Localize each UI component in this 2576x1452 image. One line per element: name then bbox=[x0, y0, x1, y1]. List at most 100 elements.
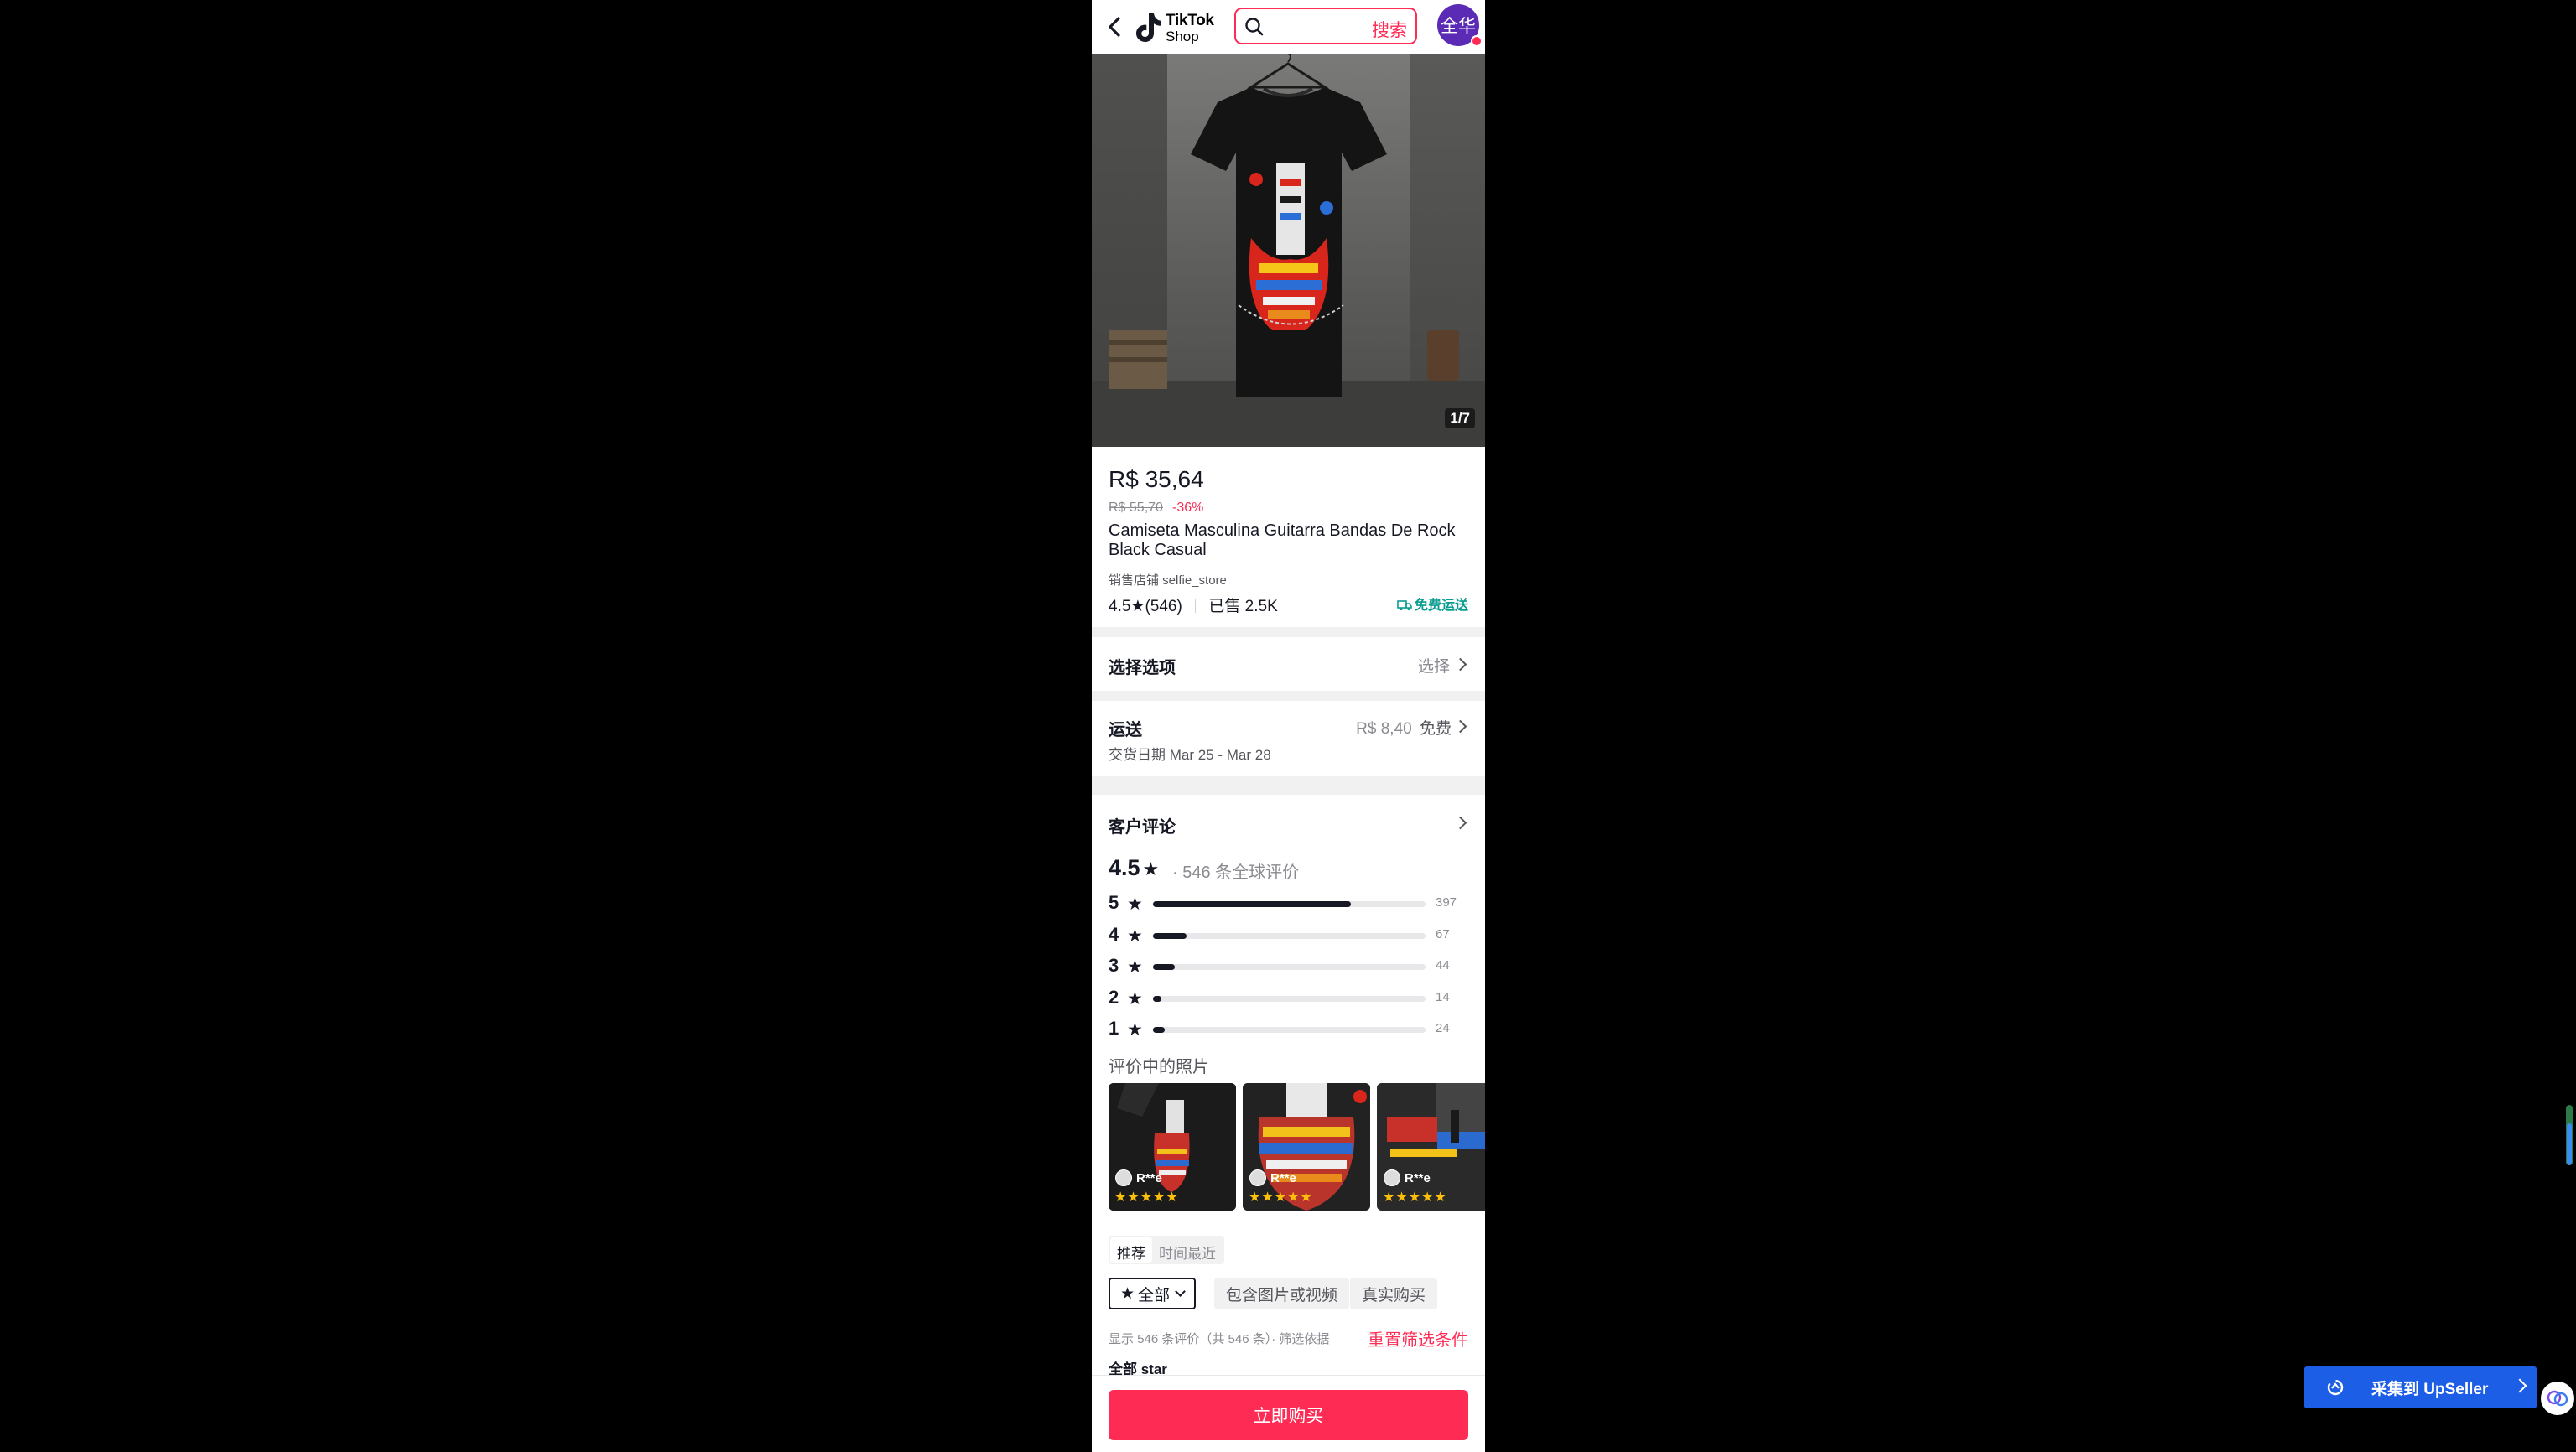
buy-now-button[interactable]: 立即购买 bbox=[1109, 1390, 1468, 1440]
filter-all-dropdown[interactable]: ★ 全部 bbox=[1109, 1278, 1197, 1309]
free-shipping-badge: 免费运送 bbox=[1397, 594, 1468, 614]
rating-value: 4.5 bbox=[1109, 598, 1131, 615]
rating-bar-fill bbox=[1153, 1027, 1166, 1033]
truck-icon bbox=[1397, 600, 1412, 611]
search-input[interactable]: 搜索 bbox=[1234, 8, 1417, 44]
shipping-free: 免费 bbox=[1419, 720, 1452, 738]
rating-bar-row[interactable]: 5 ★ 397 bbox=[1109, 892, 1469, 914]
reviews-title: 客户评论 bbox=[1109, 818, 1176, 837]
tshirt-photo bbox=[1092, 54, 1485, 447]
section-divider bbox=[1092, 627, 1485, 637]
chevron-right-icon bbox=[1453, 719, 1467, 734]
showing-count: 显示 546 条评价（共 546 条）· 筛选依据 bbox=[1109, 1332, 1330, 1346]
rating-bar-track bbox=[1153, 901, 1426, 907]
back-button[interactable] bbox=[1104, 13, 1127, 40]
upseller-collect-button[interactable]: 采集到 UpSeller bbox=[2304, 1366, 2537, 1408]
review-stars: ★★★★★ bbox=[1249, 1190, 1313, 1205]
shipping-fee: R$ 8,40 免费 bbox=[1356, 716, 1452, 739]
sold-count: 已售 2.5K bbox=[1208, 598, 1278, 615]
review-photo[interactable]: R**e ★★★★★ bbox=[1243, 1083, 1370, 1211]
delivery-date: 交货日期 Mar 25 - Mar 28 bbox=[1109, 747, 1271, 763]
scrollbar-thumb[interactable] bbox=[2567, 1123, 2572, 1165]
filter-verified-chip[interactable]: 真实购买 bbox=[1350, 1278, 1438, 1309]
review-user: R**e bbox=[1115, 1169, 1162, 1186]
star-icon: ★ bbox=[1127, 895, 1143, 914]
star-icon: ★ bbox=[1127, 989, 1143, 1009]
star-icon: ★ bbox=[1127, 926, 1143, 946]
review-total: · 546 条全球评价 bbox=[1172, 863, 1300, 882]
rating-bar-count: 24 bbox=[1436, 1021, 1450, 1035]
review-photo[interactable]: R**e ★★★★★ bbox=[1109, 1083, 1236, 1211]
price: R$ 35,64 bbox=[1109, 466, 1204, 492]
rating-bar-track bbox=[1153, 964, 1426, 970]
chevron-down-icon bbox=[1175, 1286, 1186, 1297]
free-shipping-label: 免费运送 bbox=[1414, 599, 1468, 613]
rating-bar-row[interactable]: 2 ★ 14 bbox=[1109, 987, 1469, 1009]
rating-bar-track bbox=[1153, 996, 1426, 1002]
reviewer-avatar bbox=[1115, 1169, 1132, 1186]
review-photo[interactable]: R**e ★★★★★ bbox=[1377, 1083, 1485, 1211]
reset-filters-link[interactable]: 重置筛选条件 bbox=[1368, 1326, 1468, 1351]
reviewer-avatar bbox=[1384, 1169, 1400, 1186]
rating-bar-stars: 5 bbox=[1109, 892, 1119, 913]
upseller-label: 采集到 UpSeller bbox=[2371, 1380, 2489, 1398]
rating-count: (546) bbox=[1145, 598, 1182, 615]
rating-bar-row[interactable]: 3 ★ 44 bbox=[1109, 955, 1469, 977]
star-icon: ★ bbox=[1120, 1284, 1135, 1303]
options-action: 选择 bbox=[1417, 658, 1450, 676]
shipping-old-fee: R$ 8,40 bbox=[1356, 720, 1412, 738]
logo-text-tiktok: TikTok bbox=[1166, 12, 1214, 29]
rating-bar-stars: 2 bbox=[1109, 987, 1119, 1008]
rating-bar-track bbox=[1153, 933, 1426, 939]
section-divider bbox=[1092, 691, 1485, 701]
reviews-header[interactable]: 客户评论 bbox=[1092, 795, 1485, 848]
image-counter: 1/7 bbox=[1445, 408, 1475, 428]
sort-tabs: 推荐 时间最近 bbox=[1109, 1236, 1224, 1264]
filter-all-label: 全部 bbox=[1138, 1286, 1171, 1304]
shipping-row[interactable]: 运送 R$ 8,40 免费 交货日期 Mar 25 - Mar 28 bbox=[1092, 701, 1485, 776]
top-header: TikTok Shop 搜索 全华 bbox=[1092, 0, 1485, 54]
original-price: R$ 55,70 bbox=[1109, 500, 1163, 515]
brain-icon bbox=[2547, 1390, 2568, 1407]
reviewer-name: R**e bbox=[1405, 1170, 1431, 1185]
review-user: R**e bbox=[1384, 1169, 1431, 1186]
rating-bar-fill bbox=[1153, 996, 1161, 1002]
discount-badge: -36% bbox=[1172, 500, 1204, 515]
product-title: Camiseta Masculina Guitarra Bandas De Ro… bbox=[1109, 521, 1456, 559]
assistant-icon[interactable] bbox=[2541, 1382, 2574, 1415]
tiktok-note-icon bbox=[1136, 13, 1161, 42]
rating-bar-stars: 4 bbox=[1109, 924, 1119, 945]
review-stars: ★★★★★ bbox=[1114, 1190, 1179, 1205]
search-icon bbox=[1245, 18, 1264, 36]
tiktok-shop-logo[interactable]: TikTok Shop bbox=[1132, 8, 1224, 45]
star-icon: ★ bbox=[1127, 957, 1143, 977]
rating-bar-row[interactable]: 4 ★ 67 bbox=[1109, 924, 1469, 946]
search-button[interactable]: 搜索 bbox=[1372, 17, 1407, 42]
review-stars: ★★★★★ bbox=[1383, 1190, 1447, 1205]
average-rating: 4.5 ★ bbox=[1109, 855, 1159, 881]
rating-bar-count: 44 bbox=[1436, 958, 1450, 972]
rating-bar-count: 67 bbox=[1436, 927, 1450, 941]
upseller-logo-icon bbox=[2327, 1379, 2344, 1396]
rating-bar-row[interactable]: 1 ★ 24 bbox=[1109, 1018, 1469, 1040]
notification-dot bbox=[1471, 35, 1483, 47]
star-icon: ★ bbox=[1127, 1020, 1143, 1040]
review-photos-label: 评价中的照片 bbox=[1109, 1058, 1209, 1076]
options-title: 选择选项 bbox=[1109, 659, 1176, 677]
store-name[interactable]: 销售店铺 selfie_store bbox=[1109, 571, 1227, 589]
logo-text-shop: Shop bbox=[1166, 29, 1199, 44]
star-icon: ★ bbox=[1130, 598, 1145, 615]
divider bbox=[1195, 599, 1197, 613]
rating-bar-fill bbox=[1153, 964, 1176, 970]
rating-bar-stars: 3 bbox=[1109, 955, 1119, 976]
average-rating-value: 4.5 bbox=[1109, 855, 1140, 880]
tab-recommended[interactable]: 推荐 bbox=[1110, 1237, 1152, 1263]
product-image[interactable]: 1/7 bbox=[1092, 54, 1485, 447]
rating-bar-fill bbox=[1153, 901, 1352, 907]
rating-summary[interactable]: 4.5★(546) 已售 2.5K bbox=[1109, 594, 1278, 616]
filter-media-chip[interactable]: 包含图片或视频 bbox=[1214, 1278, 1350, 1309]
chevron-right-icon bbox=[1453, 816, 1467, 830]
star-icon: ★ bbox=[1142, 858, 1160, 879]
tab-latest[interactable]: 时间最近 bbox=[1152, 1237, 1223, 1263]
options-row[interactable]: 选择选项 选择 bbox=[1092, 637, 1485, 691]
